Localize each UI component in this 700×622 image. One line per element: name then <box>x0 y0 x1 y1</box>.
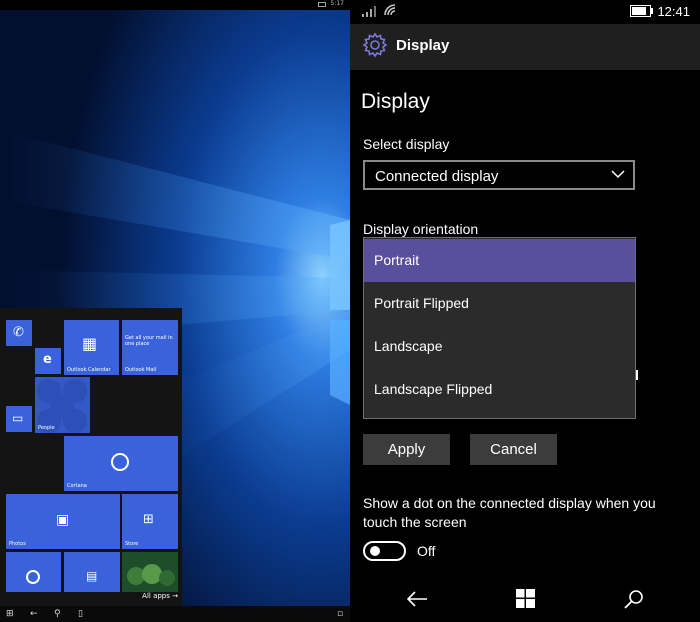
edge-icon: e <box>43 352 52 367</box>
groove-tile[interactable] <box>6 552 61 592</box>
cortana-tile[interactable]: Cortana <box>64 436 178 491</box>
film-icon: ▤ <box>86 569 98 583</box>
people-label: People <box>38 425 55 431</box>
hidden-text-fragment <box>636 370 638 380</box>
phone-icon: ✆ <box>13 325 24 340</box>
edge-tile[interactable]: e <box>35 348 61 374</box>
navigation-bar <box>350 578 700 622</box>
gear-icon <box>362 32 388 58</box>
back-icon[interactable]: ← <box>30 608 38 620</box>
orientation-option-portrait-flipped[interactable]: Portrait Flipped <box>364 282 635 325</box>
header-title: Display <box>396 37 450 54</box>
game-art-icon <box>127 564 175 586</box>
task-view-icon[interactable]: ▯ <box>78 608 83 620</box>
outlook-mail-label: Outlook Mail <box>125 367 157 373</box>
wifi-icon <box>384 4 396 16</box>
store-label: Store <box>125 541 139 547</box>
battery-icon <box>630 5 653 17</box>
apply-button[interactable]: Apply <box>363 434 450 465</box>
signal-icon <box>362 6 376 17</box>
windows-icon[interactable]: ⊞ <box>6 608 14 620</box>
start-menu: ✆ e ▦ Outlook Calendar Get all your mail… <box>0 308 182 606</box>
search-icon[interactable] <box>624 589 644 609</box>
messaging-tile[interactable]: ▭ <box>6 406 32 432</box>
outlook-calendar-label: Outlook Calendar <box>67 367 111 373</box>
orientation-option-landscape[interactable]: Landscape <box>364 325 635 368</box>
mail-preview-text: Get all your mail in one place <box>125 335 173 347</box>
message-icon: ▭ <box>12 411 24 425</box>
people-tile[interactable]: People <box>35 377 90 433</box>
orientation-option-portrait[interactable]: Portrait <box>364 239 635 282</box>
movies-tile[interactable]: ▤ <box>64 552 120 592</box>
select-display-label: Select display <box>363 136 450 152</box>
desktop-status-bar: 5:17 <box>0 0 350 10</box>
phone-tile[interactable]: ✆ <box>6 320 32 346</box>
orientation-label: Display orientation <box>363 221 479 237</box>
desktop-clock: 5:17 <box>330 0 344 7</box>
cancel-button[interactable]: Cancel <box>470 434 557 465</box>
page-title: Display <box>361 90 430 113</box>
settings-app: 12:41 Display Display Select display Con… <box>350 0 700 622</box>
photos-tile[interactable]: ▣ Photos <box>6 494 120 549</box>
continuum-desktop: 5:17 ✆ e ▦ Outlook Calendar Get all your… <box>0 0 350 622</box>
store-tile[interactable]: ⊞ Store <box>122 494 178 549</box>
cortana-label: Cortana <box>67 483 87 489</box>
chevron-down-icon <box>611 170 625 179</box>
calendar-icon: ▦ <box>82 334 98 353</box>
toggle-state-label: Off <box>417 543 436 559</box>
orientation-dropdown-list: Portrait Portrait Flipped Landscape Land… <box>363 237 636 419</box>
photos-label: Photos <box>9 541 26 547</box>
outlook-mail-tile[interactable]: Get all your mail in one place Outlook M… <box>122 320 178 375</box>
desktop-taskbar: ⊞ ← ⚲ ▯ ▫ <box>0 606 350 622</box>
notification-icon[interactable]: ▫ <box>337 608 343 620</box>
outlook-calendar-tile[interactable]: ▦ Outlook Calendar <box>64 320 119 375</box>
status-clock: 12:41 <box>657 4 690 19</box>
windows-icon[interactable] <box>516 589 535 608</box>
store-icon: ⊞ <box>143 512 154 527</box>
all-apps-link[interactable]: All apps → <box>142 592 178 600</box>
search-icon[interactable]: ⚲ <box>54 608 61 620</box>
xbox-tile[interactable] <box>122 552 178 592</box>
phone-status-bar: 12:41 <box>350 0 700 24</box>
app-header: Display <box>350 24 700 70</box>
battery-icon <box>318 2 326 7</box>
selected-display-value: Connected display <box>375 168 499 185</box>
touch-dot-setting-label: Show a dot on the connected display when… <box>363 495 656 530</box>
cortana-icon <box>111 453 129 471</box>
select-display-dropdown[interactable]: Connected display <box>363 160 635 190</box>
back-icon[interactable] <box>406 590 428 608</box>
touch-dot-toggle[interactable] <box>363 541 406 561</box>
orientation-option-landscape-flipped[interactable]: Landscape Flipped <box>364 368 635 411</box>
music-icon <box>26 570 40 584</box>
photos-icon: ▣ <box>56 512 70 528</box>
toggle-knob <box>370 546 380 556</box>
